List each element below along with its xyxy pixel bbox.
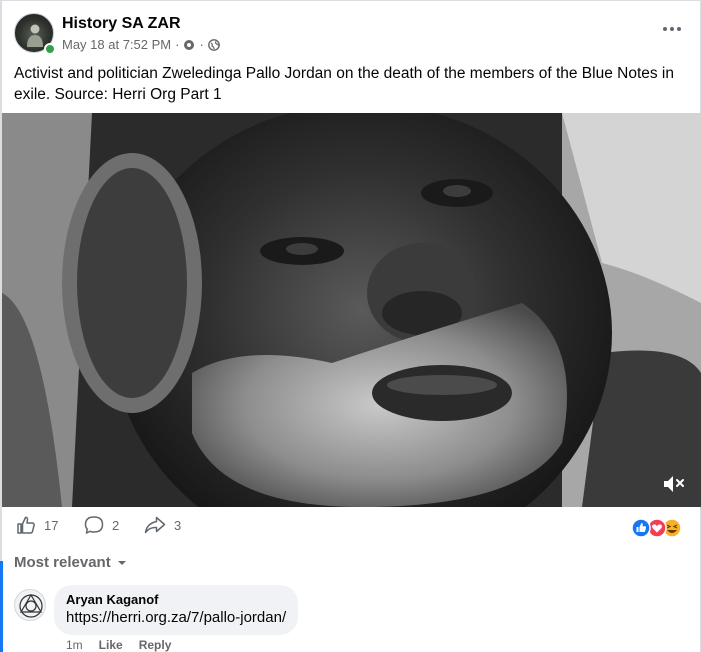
share-arrow-icon — [144, 516, 166, 534]
comment-actions: 1m Like Reply — [66, 638, 171, 652]
comment-reply-button[interactable]: Reply — [139, 638, 172, 652]
meta-separator-2: · — [199, 37, 204, 52]
like-count: 17 — [44, 517, 59, 533]
comment-sort-dropdown[interactable]: Most relevant — [14, 554, 127, 571]
more-options-icon[interactable] — [660, 19, 684, 39]
comment-link[interactable]: https://herri.org.za/7/pallo-jordan/ — [66, 608, 286, 628]
page-name[interactable]: History SA ZAR — [62, 15, 181, 33]
share-button[interactable]: 3 — [144, 515, 181, 535]
globe-icon[interactable] — [207, 38, 220, 51]
comment-button[interactable]: 2 — [84, 515, 119, 535]
comment-time[interactable]: 1m — [66, 638, 83, 652]
post-caption: Activist and politician Zweledinga Pallo… — [14, 65, 674, 103]
post-header: History SA ZAR May 18 at 7:52 PM · · — [14, 13, 690, 57]
comment-count: 2 — [112, 517, 120, 533]
thumbs-up-icon — [17, 516, 35, 534]
post-card: History SA ZAR May 18 at 7:52 PM · · Act… — [0, 0, 701, 652]
commenter-name[interactable]: Aryan Kaganof — [66, 592, 286, 608]
reactions-summary[interactable] — [630, 517, 684, 539]
comment-like-button[interactable]: Like — [99, 638, 123, 652]
triangle-circle-logo-icon — [19, 593, 43, 618]
video-frame — [2, 113, 701, 507]
avatar-figure-icon — [27, 24, 43, 47]
share-count: 3 — [174, 517, 182, 533]
comment-bubble: Aryan Kaganof https://herri.org.za/7/pal… — [54, 585, 299, 635]
post-meta: May 18 at 7:52 PM · · — [62, 37, 220, 52]
engagement-bar: 17 2 3 — [14, 515, 690, 539]
gear-icon[interactable] — [183, 39, 195, 51]
post-timestamp[interactable]: May 18 at 7:52 PM — [62, 37, 171, 52]
active-status-dot — [44, 43, 56, 55]
comment-section-accent — [0, 561, 3, 652]
comment-bubble-icon — [84, 516, 104, 534]
chevron-down-icon — [117, 560, 126, 565]
muted-speaker-icon[interactable] — [661, 473, 687, 495]
like-reaction-icon — [631, 518, 651, 538]
commenter-avatar[interactable] — [14, 589, 46, 621]
post-video[interactable] — [2, 113, 701, 507]
meta-separator: · — [175, 37, 180, 52]
sort-label: Most relevant — [14, 554, 111, 571]
like-button[interactable]: 17 — [16, 515, 58, 535]
